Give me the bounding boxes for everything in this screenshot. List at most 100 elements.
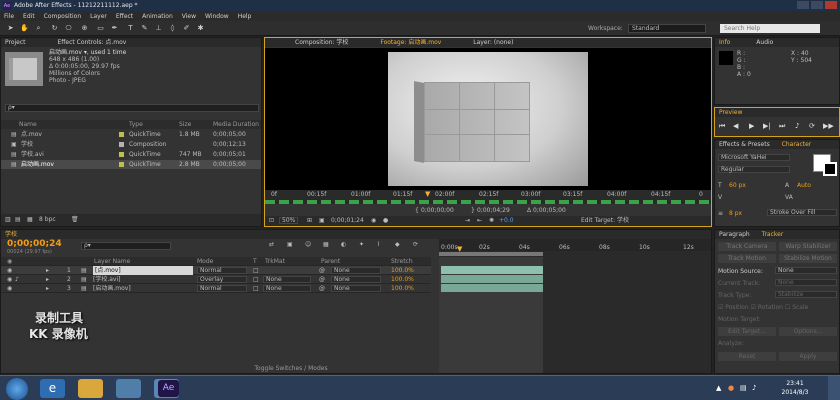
layer-row[interactable]: ◉ ♪ ▸ 2 ▤ [学校.avi] Overlay □ None @ None… (1, 275, 431, 284)
preserve-transparency-checkbox[interactable]: □ (253, 266, 259, 275)
tab-effect-controls[interactable]: Effect Controls: 点.mov (57, 39, 126, 46)
tab-audio[interactable]: Audio (756, 39, 773, 46)
zoom-tool-icon[interactable]: ⌕ (34, 24, 43, 33)
current-track-select[interactable]: None (775, 279, 837, 286)
tab-paragraph[interactable]: Paragraph (719, 231, 750, 238)
menu-window[interactable]: Window (205, 13, 229, 20)
pickwhip-icon[interactable]: @ (319, 266, 325, 275)
trash-icon[interactable]: 🗑 (71, 216, 79, 223)
network-icon[interactable]: ▤ (740, 384, 747, 392)
interpret-footage-icon[interactable]: ▥ (5, 216, 11, 223)
warp-stabilizer-button[interactable]: Warp Stabilizer (779, 242, 837, 251)
column-size[interactable]: Size (179, 120, 191, 129)
hand-tool-icon[interactable]: ✋ (20, 24, 29, 33)
ram-preview-icon[interactable]: ▶▶ (823, 120, 834, 132)
edit-target-button[interactable]: Edit Target... (718, 327, 776, 336)
project-item[interactable]: ▤ 学校.avi QuickTime 747 MB 0;00;05;01 (1, 150, 261, 159)
puppet-tool-icon[interactable]: ✱ (196, 24, 205, 33)
close-button[interactable] (825, 1, 837, 9)
font-family-select[interactable]: Microsoft YaHei (718, 154, 790, 161)
project-item[interactable]: ▣ 学校 Composition 0;00;12;13 (1, 140, 261, 149)
toggle-switches-modes-button[interactable]: Toggle Switches / Modes (191, 365, 391, 373)
eye-icon[interactable]: ◉ (7, 266, 12, 275)
menu-view[interactable]: View (182, 13, 196, 20)
tab-composition[interactable]: Composition: 学校 (295, 39, 348, 46)
track-motion-button[interactable]: Track Motion (718, 254, 776, 263)
new-composition-icon[interactable]: ▦ (27, 216, 33, 223)
project-bpc[interactable]: 8 bpc (39, 216, 56, 223)
timeline-timecode[interactable]: 0;00;00;24 (7, 239, 62, 249)
file-explorer-icon[interactable] (78, 379, 103, 398)
tab-layer[interactable]: Layer: (none) (473, 39, 513, 46)
out-point[interactable]: 0;00;04;29 (477, 206, 510, 216)
preserve-transparency-checkbox[interactable]: □ (253, 275, 259, 284)
prev-frame-icon[interactable]: ◀ (733, 120, 738, 132)
show-desktop-button[interactable] (828, 376, 840, 400)
eraser-tool-icon[interactable]: ◊ (168, 24, 177, 33)
twirl-icon[interactable]: ▸ (46, 284, 49, 293)
zoom-select[interactable]: 50% (279, 217, 299, 224)
font-size-value[interactable]: 60 px (729, 182, 746, 189)
menu-edit[interactable]: Edit (23, 13, 35, 20)
column-media-duration[interactable]: Media Duration (213, 120, 259, 129)
layer-bar[interactable] (441, 266, 543, 274)
comp-mini-flowchart-icon[interactable]: ⇄ (269, 241, 274, 248)
tab-info[interactable]: Info (719, 39, 730, 46)
viewer-canvas[interactable] (265, 48, 711, 190)
menu-composition[interactable]: Composition (44, 13, 81, 20)
in-point[interactable]: 0;00;00;00 (421, 206, 454, 216)
motion-source-select[interactable]: None (775, 267, 837, 274)
frame-blending-icon[interactable]: ▦ (323, 241, 329, 248)
draft-3d-icon[interactable]: ▣ (287, 241, 293, 248)
work-area-range[interactable] (439, 252, 543, 256)
exposure-value[interactable]: +0.0 (499, 216, 514, 226)
volume-icon[interactable]: ♪ (752, 384, 756, 392)
timeline-playhead-icon[interactable]: ▼ (457, 245, 462, 253)
set-in-icon[interactable]: { (415, 206, 419, 216)
options-button[interactable]: Options... (779, 327, 837, 336)
menu-file[interactable]: File (4, 13, 14, 20)
audio-icon[interactable]: ♪ (15, 275, 19, 284)
maximize-button[interactable] (811, 1, 823, 9)
stabilize-motion-button[interactable]: Stabilize Motion (779, 254, 837, 263)
snapshot-icon[interactable]: ▣ (319, 216, 325, 226)
search-help-input[interactable]: Search Help (720, 24, 820, 33)
eye-icon[interactable]: ◉ (7, 275, 12, 284)
column-type[interactable]: Type (129, 120, 143, 129)
ripple-insert-icon[interactable]: ⇥ (465, 216, 470, 226)
clone-stamp-tool-icon[interactable]: ⊥ (154, 24, 163, 33)
exposure-icon[interactable]: ✺ (489, 216, 494, 226)
stroke-color-swatch[interactable] (823, 162, 837, 176)
magnifier-icon[interactable]: ⊡ (269, 216, 274, 226)
workspace-select[interactable]: Standard (628, 24, 706, 33)
apply-button[interactable]: Apply (779, 352, 837, 361)
next-frame-icon[interactable]: ▶| (763, 120, 771, 132)
play-icon[interactable]: ▶ (749, 120, 754, 132)
eye-icon[interactable]: ◉ (7, 284, 12, 293)
minimize-button[interactable] (797, 1, 809, 9)
audio-icon[interactable]: ♪ (795, 120, 799, 132)
project-search-input[interactable]: ρ▾ (5, 104, 259, 112)
internet-explorer-icon[interactable]: e (40, 379, 65, 398)
tray-app-icon[interactable]: ● (728, 384, 734, 392)
project-item[interactable]: ▤ 点.mov QuickTime 1.8 MB 0;00;05;00 (1, 130, 261, 139)
pan-behind-tool-icon[interactable]: ⊕ (80, 24, 89, 33)
layer-bar[interactable] (441, 275, 543, 283)
column-layer-name[interactable]: Layer Name (94, 257, 130, 266)
tab-character[interactable]: Character (782, 141, 812, 148)
stroke-width-value[interactable]: 8 px (729, 210, 742, 217)
column-t[interactable]: T (253, 257, 257, 266)
column-trkmat[interactable]: TrkMat (265, 257, 285, 266)
preserve-transparency-checkbox[interactable]: □ (253, 284, 259, 293)
set-out-icon[interactable]: } (471, 206, 475, 216)
twirl-icon[interactable]: ▸ (46, 275, 49, 284)
after-effects-taskbar-icon[interactable]: Ae (158, 380, 179, 397)
roto-brush-tool-icon[interactable]: ✐ (182, 24, 191, 33)
track-type-select[interactable]: Stabilize (775, 291, 837, 298)
work-area-bar[interactable] (265, 200, 711, 204)
system-clock[interactable]: 23:41 2014/8/3 (770, 379, 820, 397)
rotation-checkbox[interactable]: ☑ Rotation (751, 304, 783, 311)
keyframe-icon[interactable]: ◆ (395, 241, 400, 248)
motion-blur-icon[interactable]: ◐ (341, 241, 346, 248)
column-name[interactable]: Name (19, 120, 37, 129)
